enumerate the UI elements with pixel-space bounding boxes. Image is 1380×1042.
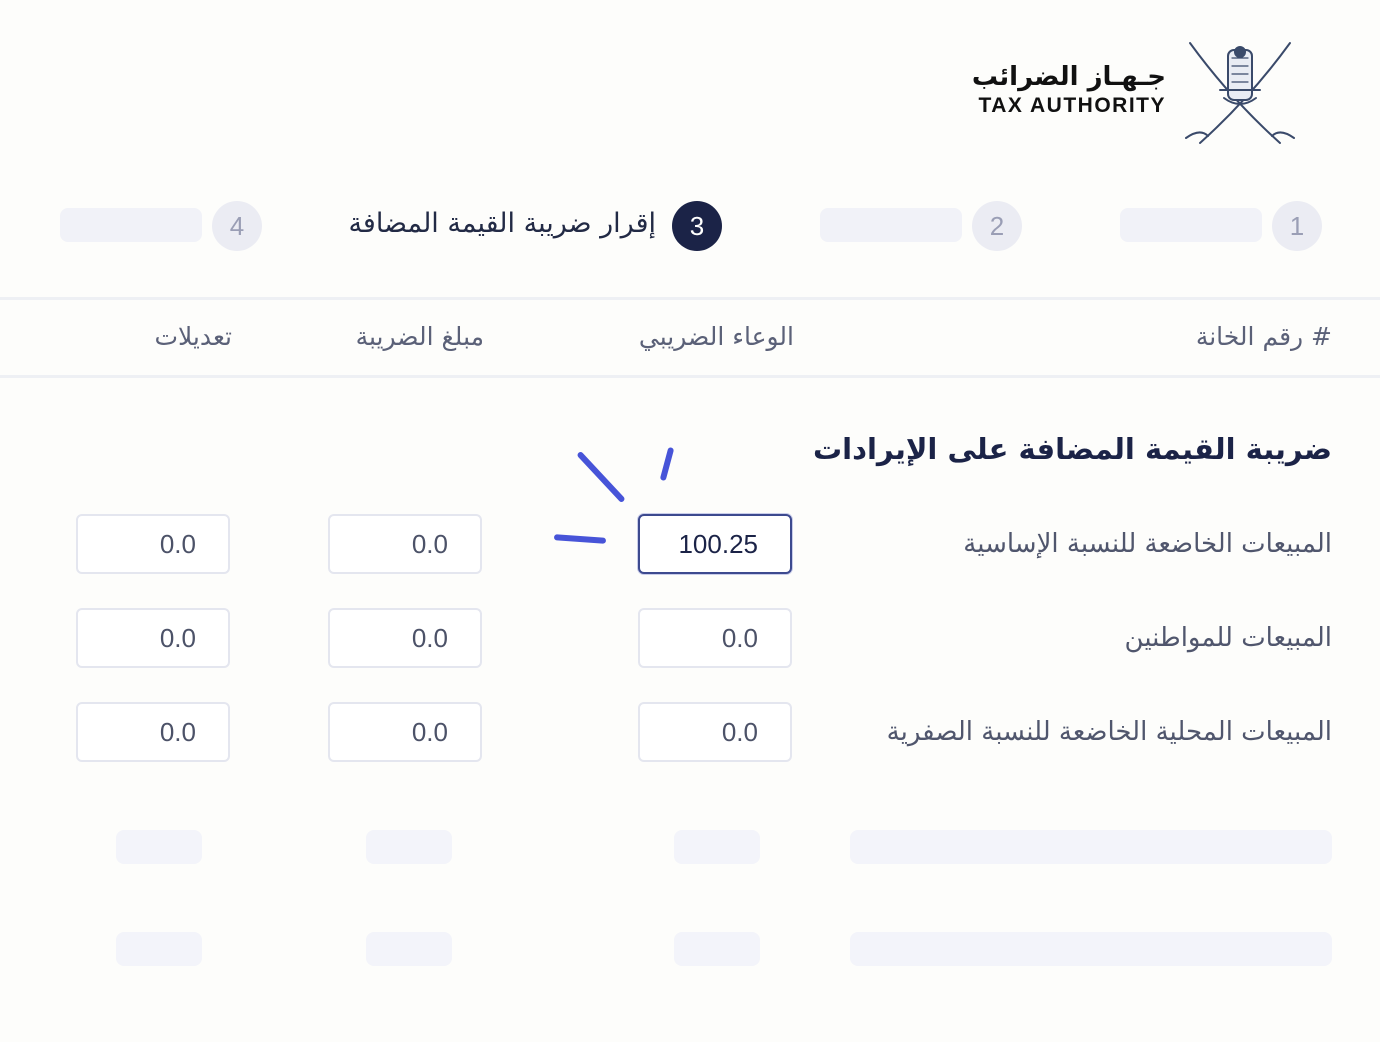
skeleton-cell [674, 830, 760, 864]
highlight-spark-mark [659, 446, 675, 482]
tax-base-input[interactable]: 0.0 [638, 702, 792, 762]
header-top-divider [0, 297, 1380, 300]
section-title: ضريبة القيمة المضافة على الإيرادات [813, 432, 1332, 466]
highlight-spark-mark [576, 450, 626, 504]
logo-english-text: TAX AUTHORITY [978, 94, 1166, 117]
skeleton-cell [366, 830, 452, 864]
row-label: المبيعات المحلية الخاضعة للنسبة الصفرية [886, 717, 1332, 747]
skeleton-cell [366, 932, 452, 966]
step-2-circle[interactable]: 2 [972, 201, 1022, 251]
step-4-label-placeholder [60, 208, 202, 242]
tax-amount-input[interactable]: 0.0 [328, 608, 482, 668]
row-label: المبيعات للمواطنين [1124, 623, 1332, 653]
column-header-tax-amount: مبلغ الضريبة [355, 322, 484, 351]
skeleton-cell [116, 932, 202, 966]
oman-emblem-icon [1185, 42, 1295, 144]
tax-authority-logo: جـهـاز الضرائب TAX AUTHORITY [972, 62, 1166, 118]
vat-return-card: جـهـاز الضرائب TAX AUTHORITY 1 2 إقرار ض… [0, 0, 1380, 1042]
column-header-box-number: # رقم الخانة [1195, 322, 1332, 351]
tax-base-input[interactable]: 100.25 [638, 514, 792, 574]
column-header-tax-base: الوعاء الضريبي [638, 322, 794, 351]
step-4-circle[interactable]: 4 [212, 201, 262, 251]
skeleton-row-label [850, 830, 1332, 864]
skeleton-cell [674, 932, 760, 966]
tax-base-input[interactable]: 0.0 [638, 608, 792, 668]
adjustments-input[interactable]: 0.0 [76, 702, 230, 762]
header-bottom-divider [0, 375, 1380, 378]
step-3-label: إقرار ضريبة القيمة المضافة [348, 208, 656, 239]
skeleton-row-label [850, 932, 1332, 966]
tax-amount-input[interactable]: 0.0 [328, 514, 482, 574]
step-1-circle[interactable]: 1 [1272, 201, 1322, 251]
tax-amount-input[interactable]: 0.0 [328, 702, 482, 762]
adjustments-input[interactable]: 0.0 [76, 514, 230, 574]
row-label: المبيعات الخاضعة للنسبة الإساسية [963, 529, 1332, 559]
adjustments-input[interactable]: 0.0 [76, 608, 230, 668]
step-1-label-placeholder [1120, 208, 1262, 242]
logo-arabic-text: جـهـاز الضرائب [971, 62, 1166, 92]
column-header-adjustments: تعديلات [154, 322, 232, 351]
step-2-label-placeholder [820, 208, 962, 242]
step-3-circle[interactable]: 3 [672, 201, 722, 251]
skeleton-cell [116, 830, 202, 864]
highlight-spark-mark [553, 534, 607, 544]
